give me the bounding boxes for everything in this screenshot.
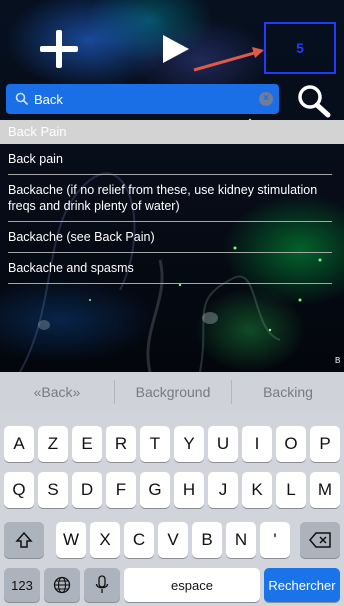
shift-key[interactable]: [4, 522, 44, 558]
key-j[interactable]: J: [208, 472, 238, 508]
list-item[interactable]: Back pain: [8, 144, 332, 175]
list-item[interactable]: Backache (see Back Pain): [8, 222, 332, 253]
key-h[interactable]: H: [174, 472, 204, 508]
key-w[interactable]: W: [56, 522, 86, 558]
key-u[interactable]: U: [208, 426, 238, 462]
delete-key[interactable]: [300, 522, 340, 558]
key-e[interactable]: E: [72, 426, 102, 462]
search-row: ×: [0, 82, 344, 118]
search-field[interactable]: ×: [6, 84, 279, 114]
key-z[interactable]: Z: [38, 426, 68, 462]
clear-icon[interactable]: ×: [259, 92, 273, 106]
key-l[interactable]: L: [276, 472, 306, 508]
suggestion-2[interactable]: Background: [115, 372, 231, 412]
list-item[interactable]: Backache and spasms: [8, 253, 332, 284]
suggestion-bar: «Back» Background Backing: [0, 372, 344, 412]
space-key[interactable]: espace: [124, 568, 260, 602]
key-t[interactable]: T: [140, 426, 170, 462]
shift-icon: [15, 531, 33, 548]
globe-key[interactable]: [44, 568, 80, 602]
annotation-arrow: [193, 47, 264, 72]
key-p[interactable]: P: [310, 426, 340, 462]
results-list: Back Pain Back pain Backache (if no reli…: [0, 120, 344, 284]
key-d[interactable]: D: [72, 472, 102, 508]
results-header[interactable]: Back Pain: [0, 120, 344, 144]
key-apostrophe[interactable]: ': [260, 522, 290, 558]
plus-icon[interactable]: [40, 30, 78, 68]
microphone-icon: [95, 575, 109, 593]
suggestion-1[interactable]: «Back»: [0, 372, 114, 412]
key-n[interactable]: N: [226, 522, 256, 558]
numbers-key[interactable]: 123: [4, 568, 40, 602]
search-input[interactable]: [34, 89, 254, 109]
key-r[interactable]: R: [106, 426, 136, 462]
search-icon: [15, 92, 29, 106]
key-f[interactable]: F: [106, 472, 136, 508]
counter-value: 5: [296, 40, 304, 56]
key-y[interactable]: Y: [174, 426, 204, 462]
counter-box[interactable]: 5: [264, 22, 336, 74]
key-b[interactable]: B: [192, 522, 222, 558]
top-toolbar: 5: [0, 0, 344, 80]
corner-mark: B: [335, 356, 341, 365]
key-i[interactable]: I: [242, 426, 272, 462]
key-o[interactable]: O: [276, 426, 306, 462]
list-item[interactable]: Backache (if no relief from these, use k…: [8, 175, 332, 222]
key-v[interactable]: V: [158, 522, 188, 558]
backspace-icon: [309, 532, 331, 548]
key-a[interactable]: A: [4, 426, 34, 462]
dictation-key[interactable]: [84, 568, 120, 602]
search-key[interactable]: Rechercher: [264, 568, 340, 602]
key-k[interactable]: K: [242, 472, 272, 508]
globe-icon: [53, 576, 71, 594]
key-s[interactable]: S: [38, 472, 68, 508]
key-x[interactable]: X: [90, 522, 120, 558]
suggestion-3[interactable]: Backing: [232, 372, 344, 412]
keyboard: «Back» Background Backing A Z E R T Y U …: [0, 372, 344, 606]
key-m[interactable]: M: [310, 472, 340, 508]
key-g[interactable]: G: [140, 472, 170, 508]
key-q[interactable]: Q: [4, 472, 34, 508]
magnifier-icon[interactable]: [296, 84, 332, 118]
key-c[interactable]: C: [124, 522, 154, 558]
play-icon[interactable]: [163, 35, 189, 63]
